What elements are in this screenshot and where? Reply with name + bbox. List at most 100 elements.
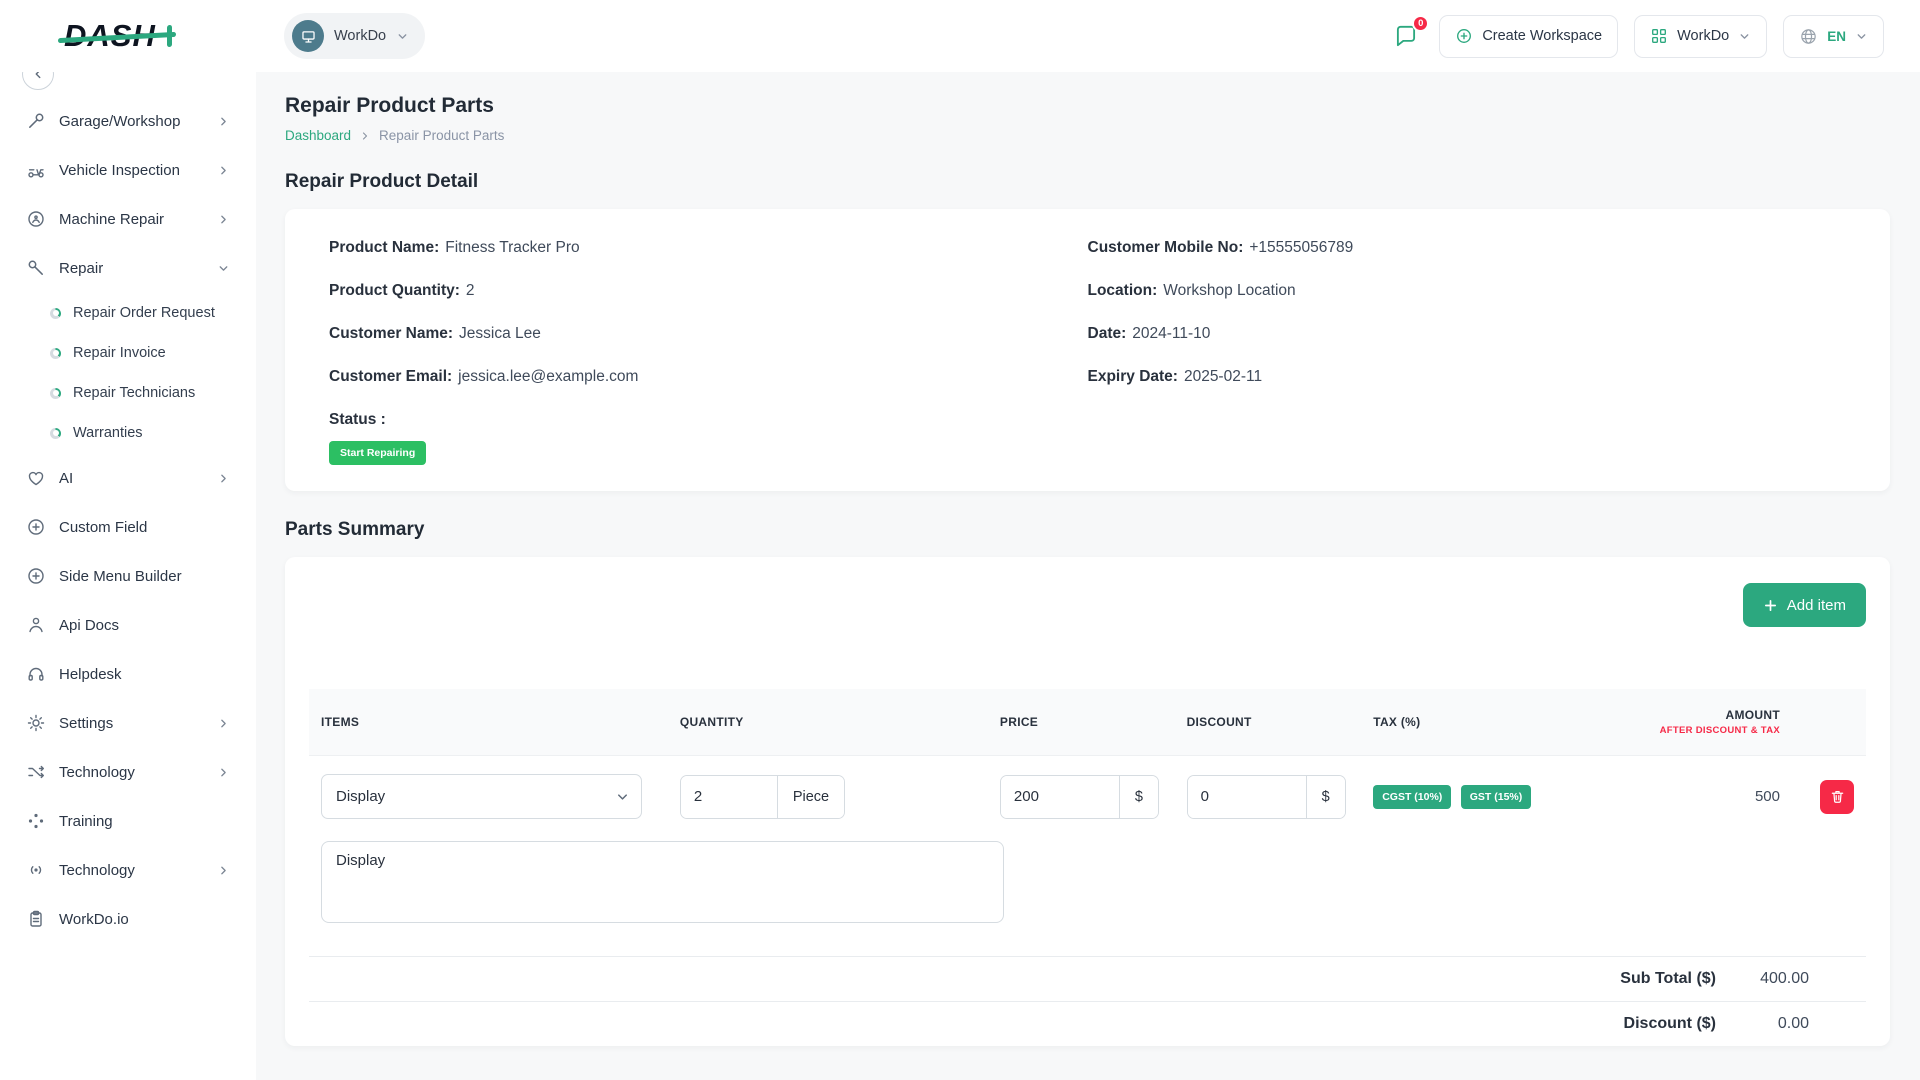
sidebar-item-technology-2[interactable]: Technology bbox=[14, 847, 242, 893]
sidebar-item-repair-technicians[interactable]: Repair Technicians bbox=[40, 374, 242, 412]
sidebar-item-repair[interactable]: Repair bbox=[14, 245, 242, 291]
sidebar-item-repair-invoice[interactable]: Repair Invoice bbox=[40, 334, 242, 372]
sidebar-item-training[interactable]: Training bbox=[14, 798, 242, 844]
discount-total-label: Discount ($) bbox=[1624, 1015, 1716, 1033]
messages-button[interactable]: 0 bbox=[1389, 19, 1423, 53]
price-currency-label: $ bbox=[1119, 776, 1158, 818]
sidebar-subitem-label: Warranties bbox=[73, 425, 143, 441]
header-actions: 0 Create Workspace WorkDo EN bbox=[1389, 15, 1884, 58]
logo-zone: DASH bbox=[0, 18, 256, 54]
subtotal-value: 400.00 bbox=[1716, 970, 1866, 988]
sidebar-item-label: Vehicle Inspection bbox=[59, 162, 180, 179]
sidebar-item-vehicle-inspection[interactable]: Vehicle Inspection bbox=[14, 147, 242, 193]
person-icon bbox=[26, 615, 46, 635]
field-value: 2024-11-10 bbox=[1132, 325, 1210, 342]
sidebar-item-label: Technology bbox=[59, 764, 135, 781]
sidebar-item-workdo-io[interactable]: WorkDo.io bbox=[14, 896, 242, 942]
field-value: +15555056789 bbox=[1249, 239, 1353, 256]
tax-badge-gst: GST (15%) bbox=[1461, 785, 1532, 809]
app-header: DASH WorkDo 0 Create Workspace WorkDo bbox=[0, 0, 1920, 72]
quantity-input[interactable] bbox=[681, 776, 777, 818]
sidebar-item-custom-field[interactable]: Custom Field bbox=[14, 504, 242, 550]
field-label: Customer Mobile No: bbox=[1088, 239, 1244, 256]
create-workspace-button[interactable]: Create Workspace bbox=[1439, 15, 1618, 58]
sidebar-item-machine-repair[interactable]: Machine Repair bbox=[14, 196, 242, 242]
sidebar-item-helpdesk[interactable]: Helpdesk bbox=[14, 651, 242, 697]
wrench-icon bbox=[26, 111, 46, 131]
sidebar-item-label: Technology bbox=[59, 862, 135, 879]
chevron-right-icon bbox=[217, 213, 230, 226]
sidebar-item-label: Side Menu Builder bbox=[59, 568, 182, 585]
detail-right-column: Customer Mobile No:+15555056789 Location… bbox=[1088, 237, 1847, 465]
add-item-button[interactable]: Add item bbox=[1743, 583, 1866, 627]
gear-icon bbox=[26, 713, 46, 733]
workspace-avatar-icon bbox=[292, 20, 324, 52]
sidebar-item-warranties[interactable]: Warranties bbox=[40, 414, 242, 452]
create-workspace-label: Create Workspace bbox=[1482, 28, 1602, 44]
sidebar-item-repair-order-request[interactable]: Repair Order Request bbox=[40, 294, 242, 332]
field-label: Expiry Date: bbox=[1088, 368, 1178, 385]
discount-total-value: 0.00 bbox=[1716, 1015, 1866, 1033]
sidebar-item-label: Training bbox=[59, 813, 113, 830]
item-select-wrap: Display bbox=[321, 774, 642, 819]
field-label: Date: bbox=[1088, 325, 1127, 342]
sidebar-item-ai[interactable]: AI bbox=[14, 455, 242, 501]
field-value: Fitness Tracker Pro bbox=[445, 239, 579, 256]
workspace-name: WorkDo bbox=[334, 28, 386, 44]
amount-header-label: AMOUNT bbox=[1726, 708, 1780, 722]
app-logo[interactable]: DASH bbox=[64, 18, 156, 54]
quantity-unit-label: Piece bbox=[777, 776, 844, 818]
sidebar-subitem-label: Repair Invoice bbox=[73, 345, 166, 361]
sidebar-item-settings[interactable]: Settings bbox=[14, 700, 242, 746]
chevron-down-icon bbox=[396, 30, 409, 43]
logo-plus-accent bbox=[167, 25, 172, 47]
field-label: Product Name: bbox=[329, 239, 439, 256]
tax-badge-cgst: CGST (10%) bbox=[1373, 785, 1451, 809]
chevron-right-icon bbox=[217, 766, 230, 779]
item-description-textarea[interactable]: Display bbox=[321, 841, 1004, 923]
breadcrumb-dashboard-link[interactable]: Dashboard bbox=[285, 128, 351, 143]
plus-circle-icon bbox=[26, 517, 46, 537]
sidebar-item-label: Api Docs bbox=[59, 617, 119, 634]
subtotal-label: Sub Total ($) bbox=[1620, 970, 1716, 988]
workspace-menu-button[interactable]: WorkDo bbox=[1634, 15, 1767, 58]
breadcrumb-current: Repair Product Parts bbox=[379, 128, 504, 143]
language-code: EN bbox=[1827, 29, 1846, 44]
discount-input-group: $ bbox=[1187, 775, 1346, 819]
sidebar: Garage/Workshop Vehicle Inspection Machi… bbox=[0, 72, 256, 1080]
add-item-label: Add item bbox=[1787, 597, 1846, 614]
field-label: Customer Name: bbox=[329, 325, 453, 342]
sidebar-item-label: Repair bbox=[59, 260, 103, 277]
discount-currency-label: $ bbox=[1306, 776, 1345, 818]
col-header-discount: DISCOUNT bbox=[1175, 689, 1362, 756]
bullet-icon bbox=[50, 308, 61, 319]
chevron-down-icon bbox=[1738, 30, 1751, 43]
chevron-down-icon bbox=[217, 262, 230, 275]
sidebar-item-garage-workshop[interactable]: Garage/Workshop bbox=[14, 98, 242, 144]
status-label: Status : bbox=[329, 411, 386, 428]
language-selector[interactable]: EN bbox=[1783, 15, 1884, 58]
chevron-down-icon bbox=[1855, 30, 1868, 43]
sidebar-item-side-menu-builder[interactable]: Side Menu Builder bbox=[14, 553, 242, 599]
clipboard-icon bbox=[26, 909, 46, 929]
sidebar-item-technology[interactable]: Technology bbox=[14, 749, 242, 795]
totals-section: Sub Total ($) 400.00 Discount ($) 0.00 bbox=[309, 956, 1866, 1046]
field-value: 2025-02-11 bbox=[1184, 368, 1262, 385]
main-content: Repair Product Parts Dashboard Repair Pr… bbox=[256, 72, 1920, 1080]
item-select[interactable]: Display bbox=[321, 774, 642, 819]
repair-submenu: Repair Order Request Repair Invoice Repa… bbox=[6, 294, 250, 452]
sidebar-item-label: AI bbox=[59, 470, 73, 487]
field-value: Jessica Lee bbox=[459, 325, 541, 342]
field-label: Product Quantity: bbox=[329, 282, 460, 299]
subtotal-row: Sub Total ($) 400.00 bbox=[309, 956, 1866, 1001]
price-input[interactable] bbox=[1001, 776, 1119, 818]
status-badge[interactable]: Start Repairing bbox=[329, 441, 426, 465]
discount-total-row: Discount ($) 0.00 bbox=[309, 1001, 1866, 1046]
sidebar-item-api-docs[interactable]: Api Docs bbox=[14, 602, 242, 648]
delete-item-button[interactable] bbox=[1820, 780, 1854, 814]
field-label: Customer Email: bbox=[329, 368, 452, 385]
item-description-row: Display bbox=[309, 837, 1866, 952]
workspace-selector[interactable]: WorkDo bbox=[284, 13, 425, 59]
discount-input[interactable] bbox=[1188, 776, 1306, 818]
repair-detail-card: Product Name: Fitness Tracker Pro Product… bbox=[285, 209, 1890, 491]
